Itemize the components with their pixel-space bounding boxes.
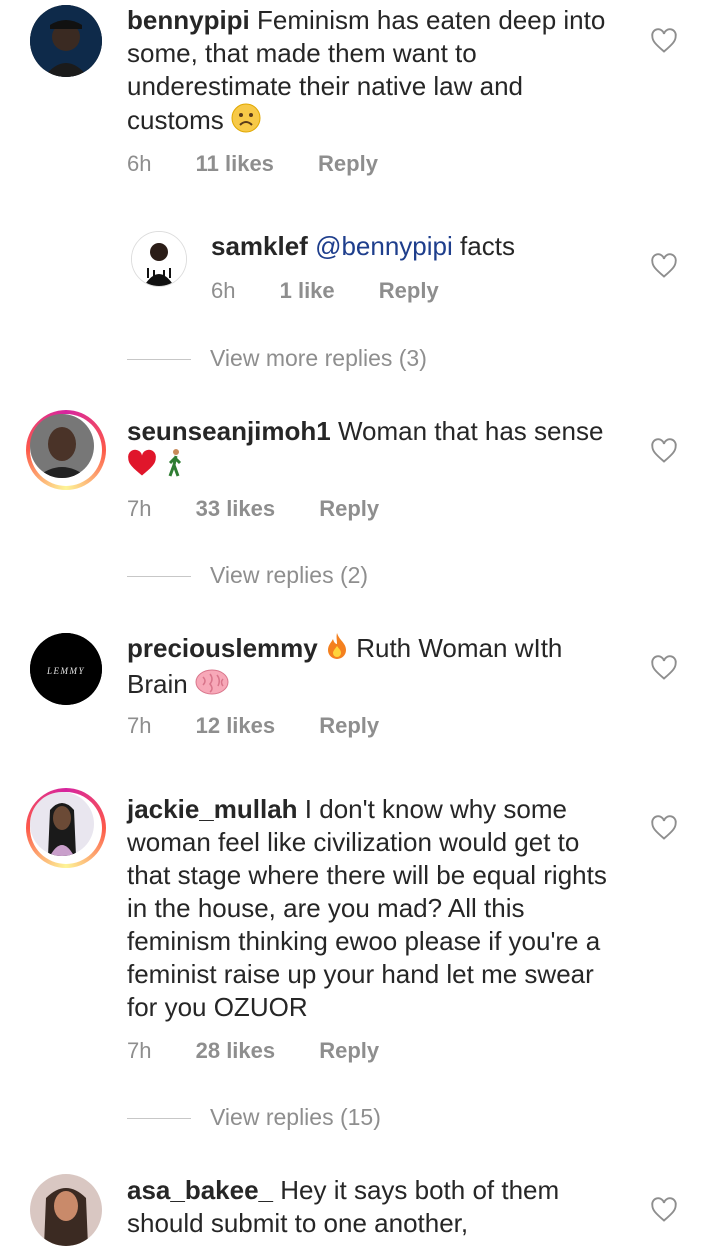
- fire-icon: [325, 632, 349, 668]
- comment-text: preciouslemmy Ruth Woman wIth Brain: [127, 632, 627, 703]
- username[interactable]: preciouslemmy: [127, 633, 318, 663]
- heart-icon[interactable]: [650, 27, 678, 55]
- avatar[interactable]: LEMMY: [30, 633, 102, 705]
- reply-button[interactable]: Reply: [319, 713, 379, 739]
- comment-meta: 7h 33 likes Reply: [127, 496, 417, 522]
- username[interactable]: asa_bakee_: [127, 1175, 273, 1205]
- likes-count[interactable]: 11 likes: [196, 151, 274, 177]
- worried-face-icon: [231, 103, 261, 141]
- comment-meta: 7h 12 likes Reply: [127, 713, 417, 739]
- comment-text: samklef @bennypipi facts: [211, 230, 631, 263]
- comment-body: I don't know why some woman feel like ci…: [127, 794, 607, 1022]
- comment-text: jackie_mullah I don't know why some woma…: [127, 793, 627, 1024]
- reply-button[interactable]: Reply: [379, 278, 439, 304]
- timestamp: 6h: [211, 278, 236, 303]
- view-more-replies-button[interactable]: View more replies (3): [127, 345, 427, 372]
- username[interactable]: samklef: [211, 231, 308, 261]
- heart-icon[interactable]: [650, 814, 678, 842]
- avatar[interactable]: [30, 1174, 102, 1246]
- divider: [127, 1118, 191, 1120]
- username[interactable]: seunseanjimoh1: [127, 416, 331, 446]
- mention-link[interactable]: @bennypipi: [315, 231, 453, 261]
- timestamp: 7h: [127, 713, 152, 738]
- reply-button[interactable]: Reply: [319, 496, 379, 522]
- comment-text: asa_bakee_ Hey it says both of them shou…: [127, 1174, 627, 1240]
- divider: [127, 576, 191, 578]
- username[interactable]: jackie_mullah: [127, 794, 298, 824]
- avatar[interactable]: [26, 788, 106, 868]
- view-replies-label: View replies (2): [210, 562, 369, 588]
- brain-icon: [195, 669, 229, 703]
- heart-icon[interactable]: [650, 654, 678, 682]
- likes-count[interactable]: 33 likes: [196, 496, 276, 522]
- comment-meta: 7h 28 likes Reply: [127, 1038, 417, 1064]
- likes-count[interactable]: 28 likes: [196, 1038, 276, 1064]
- likes-count[interactable]: 12 likes: [196, 713, 276, 739]
- comment-text: seunseanjimoh1 Woman that has sense: [127, 415, 627, 486]
- avatar[interactable]: [30, 5, 102, 77]
- reply-button[interactable]: Reply: [318, 151, 378, 177]
- walking-man-icon: [164, 448, 186, 486]
- view-replies-label: View more replies (3): [210, 345, 427, 371]
- timestamp: 7h: [127, 496, 152, 521]
- likes-count[interactable]: 1 like: [280, 278, 335, 304]
- divider: [127, 359, 191, 361]
- comment-text: bennypipi Feminism has eaten deep into s…: [127, 4, 627, 141]
- view-replies-button[interactable]: View replies (2): [127, 562, 368, 589]
- timestamp: 7h: [127, 1038, 152, 1063]
- comment-body: facts: [460, 231, 515, 261]
- view-replies-label: View replies (15): [210, 1104, 381, 1130]
- heart-icon[interactable]: [650, 252, 678, 280]
- heart-icon[interactable]: [650, 1196, 678, 1224]
- heart-emoji-icon: [127, 449, 157, 485]
- comment-body: Woman that has sense: [337, 416, 604, 446]
- view-replies-button[interactable]: View replies (15): [127, 1104, 381, 1131]
- timestamp: 6h: [127, 151, 152, 176]
- comment-meta: 6h 1 like Reply: [211, 278, 477, 304]
- avatar-logo-text: LEMMY: [46, 666, 85, 676]
- avatar[interactable]: [131, 231, 187, 287]
- comment-meta: 6h 11 likes Reply: [127, 151, 416, 177]
- username[interactable]: bennypipi: [127, 5, 250, 35]
- heart-icon[interactable]: [650, 437, 678, 465]
- reply-button[interactable]: Reply: [319, 1038, 379, 1064]
- avatar[interactable]: [26, 410, 106, 490]
